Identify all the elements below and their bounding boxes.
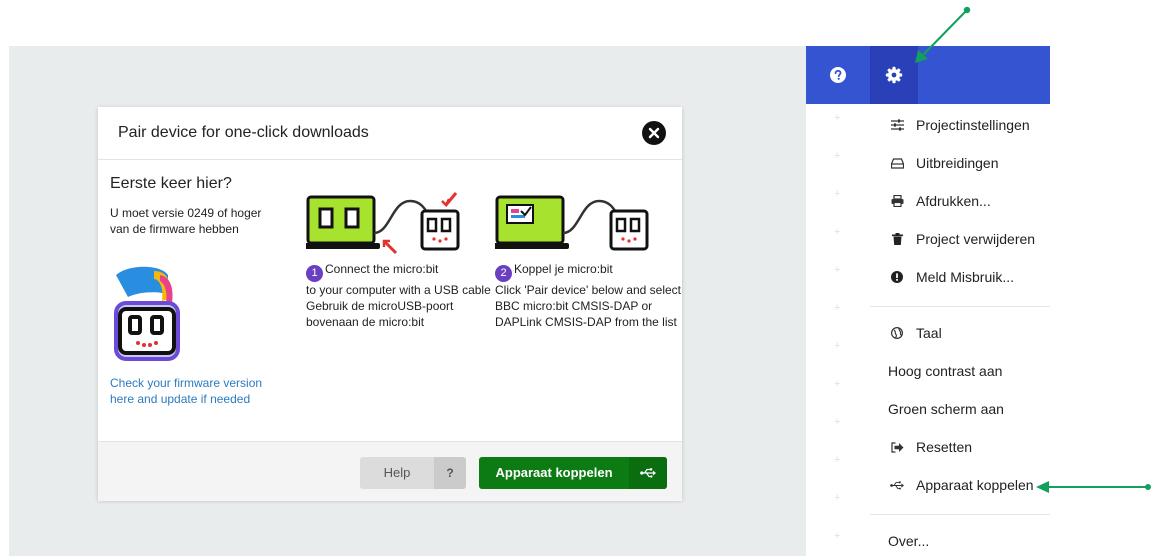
step1-heading: Connect the micro:bit <box>325 262 439 276</box>
help-button[interactable]: Help ? <box>360 457 466 489</box>
grid-mark: + <box>834 226 841 238</box>
menu-item-label: Project verwijderen <box>916 231 1036 247</box>
usb-icon <box>890 480 904 490</box>
help-button-label: Help <box>383 465 411 480</box>
microbit-robot-illustration <box>114 266 180 361</box>
menu-item-label: Uitbreidingen <box>916 155 999 171</box>
step2-text: Click 'Pair device' below and select BBC… <box>495 282 681 329</box>
pair-device-button[interactable]: Apparaat koppelen <box>479 457 667 489</box>
help-menu-button[interactable] <box>806 46 870 104</box>
grid-mark: + <box>834 530 841 542</box>
grid-mark: + <box>834 416 841 428</box>
grid-mark: + <box>834 150 841 162</box>
check-firmware-link[interactable]: Check your firmware version here and upd… <box>110 375 270 407</box>
close-dialog-button[interactable] <box>642 121 666 145</box>
menu-item-label: Apparaat koppelen <box>916 477 1034 493</box>
step1-text: to your computer with a USB cable Gebrui… <box>306 282 491 329</box>
dialog-footer: Help ? Apparaat koppelen <box>98 441 682 501</box>
menu-item-label: Meld Misbruik... <box>916 269 1015 285</box>
menu-item-delete-project[interactable]: Project verwijderen <box>870 220 1050 258</box>
menu-divider <box>870 306 1050 307</box>
grid-mark: + <box>834 112 841 124</box>
sign-out-icon <box>890 441 903 453</box>
trash-icon <box>891 233 903 245</box>
menu-item-label: Hoog contrast aan <box>888 363 1003 379</box>
menu-item-about[interactable]: Over... <box>870 522 1050 560</box>
menu-item-pair-device[interactable]: Apparaat koppelen <box>870 466 1050 504</box>
pair-device-button-label: Apparaat koppelen <box>495 465 613 480</box>
menu-item-green-screen[interactable]: Groen scherm aan <box>870 390 1050 428</box>
menu-divider <box>870 514 1050 515</box>
question-icon: ? <box>434 457 466 489</box>
menu-item-project-settings[interactable]: Projectinstellingen <box>870 106 1050 144</box>
grid-mark: + <box>834 302 841 314</box>
step-pair: 2 Koppel je micro:bit Click 'Pair device'… <box>495 187 685 330</box>
menu-item-reset[interactable]: Resetten <box>870 428 1050 466</box>
settings-menu-button[interactable] <box>870 46 918 104</box>
grid-mark: + <box>834 264 841 276</box>
question-circle-icon <box>830 67 846 83</box>
firmware-column: Eerste keer hier? U moet versie 0249 of … <box>110 175 270 237</box>
close-icon <box>648 127 660 139</box>
step2-heading: Koppel je micro:bit <box>514 262 613 276</box>
printer-icon <box>891 195 903 207</box>
dialog-title: Pair device for one-click downloads <box>118 124 369 141</box>
firmware-note: U moet versie 0249 of hoger van de firmw… <box>110 206 262 236</box>
gear-icon <box>885 66 903 84</box>
menu-item-extensions[interactable]: Uitbreidingen <box>870 144 1050 182</box>
connect-cable-illustration <box>306 192 460 255</box>
menu-item-label: Afdrukken... <box>916 193 991 209</box>
menu-item-high-contrast[interactable]: Hoog contrast aan <box>870 352 1050 390</box>
grid-mark: + <box>834 188 841 200</box>
menu-item-label: Resetten <box>916 439 973 455</box>
step-connect: 1 Connect the micro:bit to your computer … <box>306 187 496 330</box>
pair-device-illustration <box>495 195 649 251</box>
menu-item-label: Over... <box>888 533 930 549</box>
top-bar <box>806 46 1050 104</box>
grid-mark: + <box>834 454 841 466</box>
dialog-header: Pair device for one-click downloads <box>98 107 682 160</box>
pair-device-dialog: Pair device for one-click downloads Eers… <box>98 107 685 501</box>
grid-mark: + <box>834 378 841 390</box>
annotation-arrow-pair-device <box>1036 481 1151 493</box>
menu-item-label: Projectinstellingen <box>916 117 1030 133</box>
alert-icon <box>891 271 903 283</box>
menu-item-print[interactable]: Afdrukken... <box>870 182 1050 220</box>
grid-mark: + <box>834 340 841 352</box>
step-number-badge: 1 <box>306 264 323 282</box>
usb-icon <box>640 468 656 478</box>
first-time-heading: Eerste keer hier? <box>110 175 232 192</box>
sliders-icon <box>890 119 904 131</box>
menu-item-label: Taal <box>916 325 942 341</box>
menu-item-report-abuse[interactable]: Meld Misbruik... <box>870 258 1050 296</box>
drive-icon <box>890 157 904 169</box>
settings-dropdown-menu: Projectinstellingen Uitbreidingen Afdruk… <box>870 104 1050 556</box>
globe-icon <box>891 327 903 339</box>
grid-mark: + <box>834 492 841 504</box>
menu-item-label: Groen scherm aan <box>888 401 1004 417</box>
workspace-strip: + + + + + + + + + + + + <box>806 104 870 556</box>
menu-item-language[interactable]: Taal <box>870 314 1050 352</box>
step-number-badge: 2 <box>495 264 512 282</box>
